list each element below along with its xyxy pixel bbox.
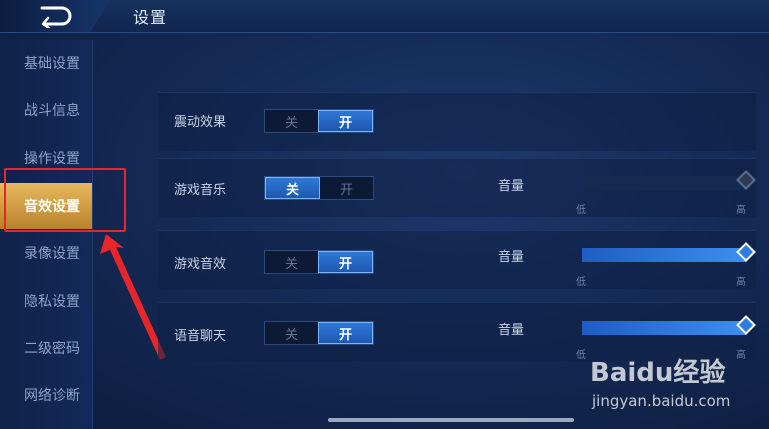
home-indicator[interactable] (328, 418, 574, 422)
vibration-toggle[interactable]: 关 开 (264, 109, 374, 133)
row-sfx: 游戏音效 关 开 音量 低 高 (158, 230, 756, 289)
music-off-button[interactable]: 关 (265, 177, 320, 199)
sfx-on-button[interactable]: 开 (318, 251, 373, 273)
music-toggle[interactable]: 关 开 (264, 176, 374, 200)
vibration-off-button[interactable]: 关 (265, 110, 318, 132)
voice-chat-on-button[interactable]: 开 (318, 322, 373, 344)
watermark-url: jingyan.baidu.com (592, 392, 731, 410)
voice-chat-off-button[interactable]: 关 (265, 322, 318, 344)
voice-chat-label: 语音聊天 (174, 329, 227, 344)
sidebar-item-basic[interactable]: 基础设置 (0, 40, 92, 86)
sfx-volume-fill (582, 248, 746, 262)
sidebar-item-recording[interactable]: 录像设置 (0, 230, 92, 276)
sidebar: 基础设置 战斗信息 操作设置 音效设置 录像设置 隐私设置 二级密码 网络诊断 (0, 40, 93, 429)
annotation-highlight-box (4, 168, 126, 232)
voice-chat-volume-fill (582, 321, 746, 335)
music-volume-thumb[interactable] (736, 170, 756, 190)
vibration-on-button[interactable]: 开 (318, 110, 373, 132)
sidebar-item-secondary-password[interactable]: 二级密码 (0, 325, 92, 371)
music-volume-high: 高 (736, 205, 746, 216)
music-volume-low: 低 (576, 205, 586, 216)
sfx-volume-low: 低 (576, 277, 586, 288)
music-label: 游戏音乐 (174, 183, 227, 198)
sfx-volume-label: 音量 (498, 250, 525, 265)
sfx-volume-high: 高 (736, 277, 746, 288)
top-bar: 设置 (0, 0, 769, 33)
watermark-logo: Baidu经验 (590, 358, 726, 388)
back-icon[interactable] (38, 4, 76, 28)
voice-chat-volume-label: 音量 (498, 323, 525, 338)
sfx-toggle[interactable]: 关 开 (264, 250, 374, 274)
sfx-label: 游戏音效 (174, 257, 227, 272)
music-on-button[interactable]: 开 (320, 177, 373, 199)
sidebar-item-privacy[interactable]: 隐私设置 (0, 278, 92, 324)
sidebar-item-battle-info[interactable]: 战斗信息 (0, 87, 92, 133)
voice-chat-volume-slider[interactable] (582, 315, 756, 335)
baidu-watermark: Baidu经验 jingyan.baidu.com (588, 350, 763, 420)
voice-chat-toggle[interactable]: 关 开 (264, 321, 374, 345)
sfx-volume-slider[interactable] (582, 242, 756, 262)
page-title: 设置 (133, 8, 168, 27)
voice-chat-volume-low: 低 (576, 350, 586, 361)
sidebar-item-network-diagnosis[interactable]: 网络诊断 (0, 372, 92, 418)
row-music: 游戏音乐 关 开 音量 低 高 (158, 158, 756, 217)
row-vibration: 震动效果 关 开 (158, 92, 756, 151)
music-volume-slider[interactable] (582, 170, 756, 190)
music-volume-label: 音量 (498, 179, 525, 194)
vibration-label: 震动效果 (174, 115, 227, 130)
sfx-off-button[interactable]: 关 (265, 251, 318, 273)
